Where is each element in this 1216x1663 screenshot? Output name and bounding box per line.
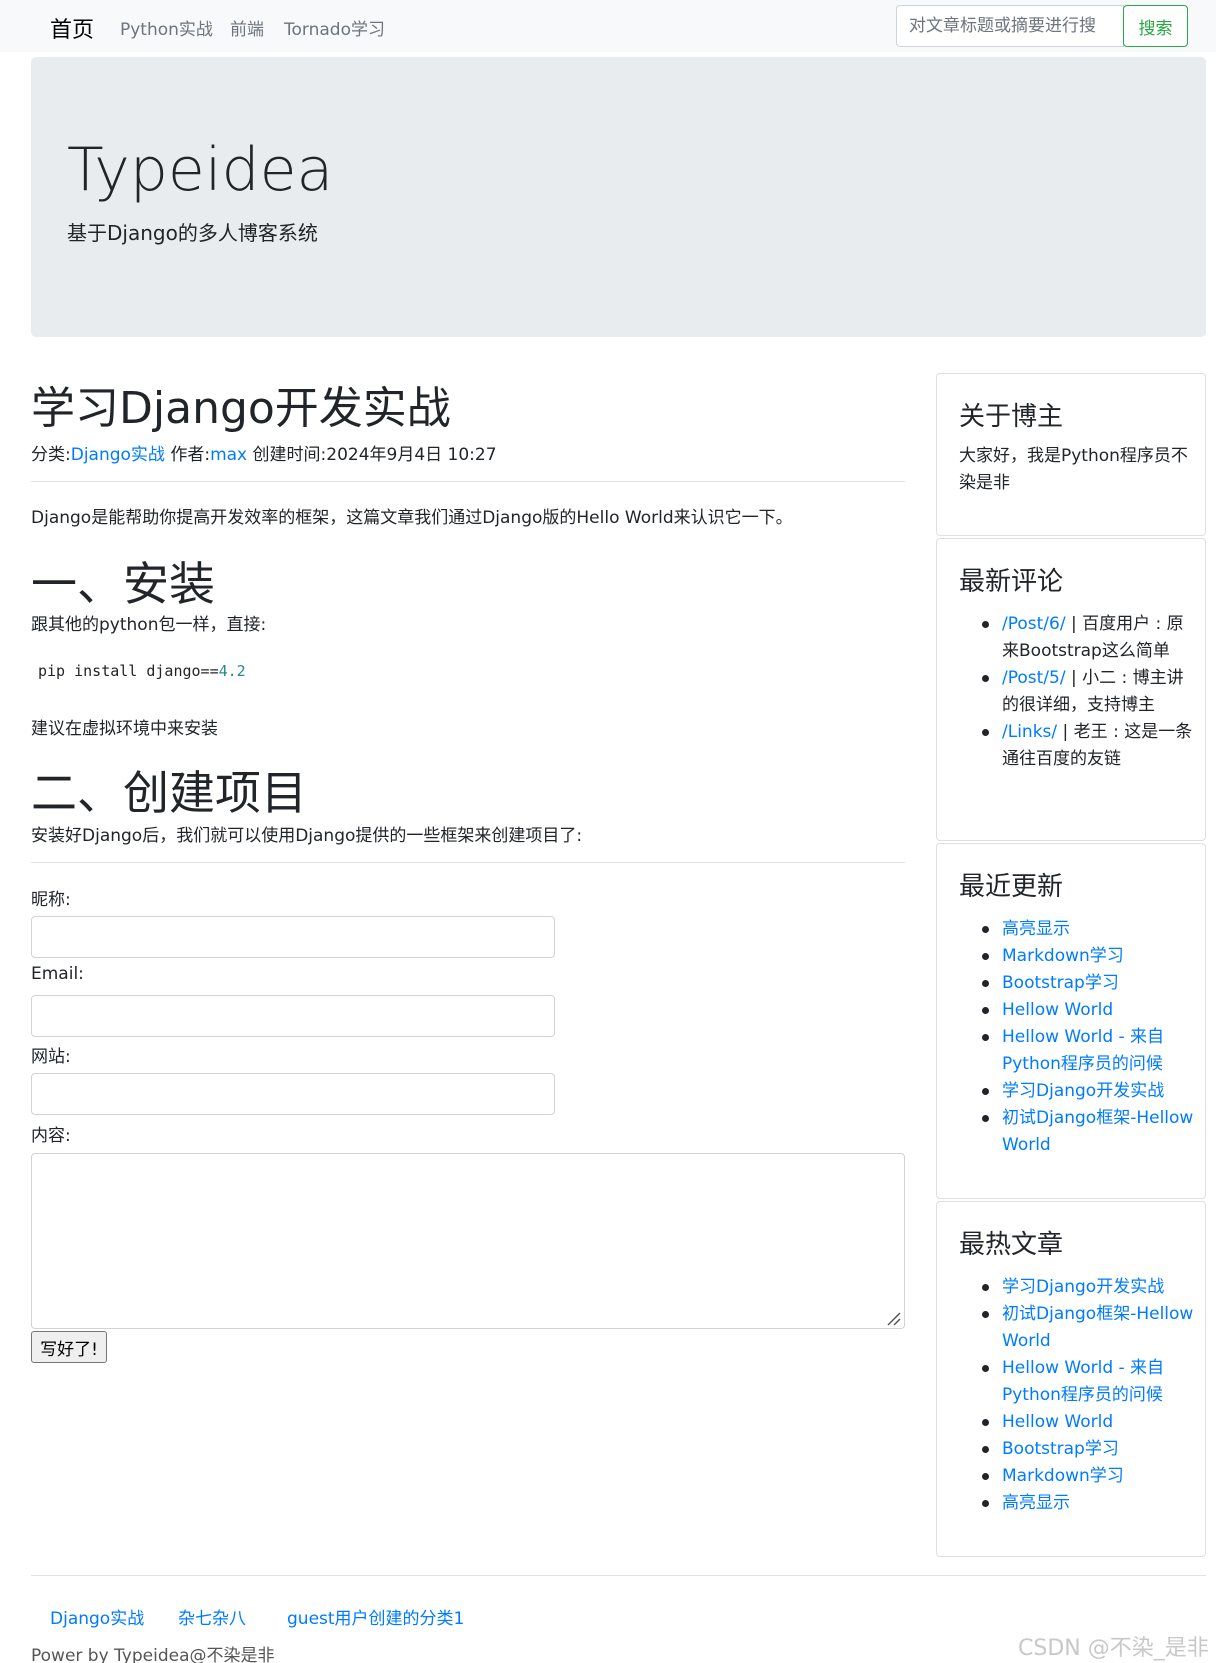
created-time: 创建时间:2024年9月4日 10:27: [247, 445, 497, 465]
submit-comment-button[interactable]: 写好了!: [31, 1331, 107, 1363]
website-label: 网站:: [31, 1047, 71, 1067]
category-link[interactable]: Django实战: [71, 445, 165, 465]
latest-post-link[interactable]: Hellow World - 来自Python程序员的问候: [1002, 1027, 1164, 1074]
section-heading-install: 一、安装: [31, 557, 215, 611]
watermark: CSDN @不染_是非: [1018, 1636, 1209, 1661]
comment-post-link[interactable]: /Post/6/: [1002, 614, 1066, 634]
install-text: 跟其他的python包一样，直接:: [31, 615, 267, 635]
latest-updates-title: 最近更新: [959, 872, 1064, 902]
latest-comments-title: 最新评论: [959, 567, 1064, 597]
latest-post-link[interactable]: Markdown学习: [1002, 946, 1124, 966]
nickname-label: 昵称:: [31, 890, 71, 910]
section-heading-create: 二、创建项目: [31, 766, 307, 820]
hot-posts-card: 最热文章 学习Django开发实战 初试Django框架-Hellow Worl…: [936, 1201, 1206, 1557]
hot-item: Hellow World - 来自Python程序员的问候: [982, 1355, 1197, 1409]
website-field[interactable]: [31, 1073, 555, 1115]
search-input[interactable]: [896, 5, 1124, 47]
email-label: Email:: [31, 964, 84, 984]
comment-post-link[interactable]: /Links/: [1002, 722, 1057, 742]
nav-link-frontend[interactable]: 前端: [230, 15, 264, 40]
divider: [31, 481, 905, 482]
hot-post-link[interactable]: Hellow World: [1002, 1412, 1113, 1432]
latest-updates-list: 高亮显示 Markdown学习 Bootstrap学习 Hellow World…: [982, 916, 1197, 1159]
hot-item: 学习Django开发实战: [982, 1274, 1197, 1301]
hot-post-link[interactable]: 初试Django框架-Hellow World: [1002, 1304, 1193, 1351]
hot-item: Markdown学习: [982, 1463, 1197, 1490]
nickname-field[interactable]: [31, 916, 555, 958]
latest-post-link[interactable]: 高亮显示: [1002, 919, 1070, 939]
latest-comments-card: 最新评论 /Post/6/ | 百度用户 : 原来Bootstrap这么简单 /…: [936, 538, 1206, 841]
nav-link-tornado[interactable]: Tornado学习: [284, 15, 385, 40]
author-label: 作者:: [164, 445, 211, 465]
hot-post-link[interactable]: Hellow World - 来自Python程序员的问候: [1002, 1358, 1164, 1405]
hot-post-link[interactable]: Markdown学习: [1002, 1466, 1124, 1486]
latest-post-link[interactable]: 初试Django框架-Hellow World: [1002, 1108, 1193, 1155]
latest-comments-list: /Post/6/ | 百度用户 : 原来Bootstrap这么简单 /Post/…: [982, 611, 1197, 773]
hot-post-link[interactable]: 学习Django开发实战: [1002, 1277, 1164, 1297]
comment-item: /Links/ | 老王 : 这是一条通往百度的友链: [982, 719, 1197, 773]
comment-item: /Post/6/ | 百度用户 : 原来Bootstrap这么简单: [982, 611, 1197, 665]
search-button[interactable]: 搜索: [1123, 5, 1188, 47]
hot-item: Bootstrap学习: [982, 1436, 1197, 1463]
latest-item: 学习Django开发实战: [982, 1078, 1197, 1105]
about-card: 关于博主 大家好，我是Python程序员不染是非: [936, 373, 1206, 536]
latest-item: Hellow World - 来自Python程序员的问候: [982, 1024, 1197, 1078]
content-label: 内容:: [31, 1126, 71, 1146]
nav-home-link[interactable]: 首页: [50, 12, 94, 44]
latest-post-link[interactable]: Hellow World: [1002, 1000, 1113, 1020]
site-subtitle: 基于Django的多人博客系统: [67, 221, 318, 245]
hot-item: 初试Django框架-Hellow World: [982, 1301, 1197, 1355]
email-field[interactable]: [31, 995, 555, 1037]
footer-divider: [31, 1575, 1206, 1576]
author-link[interactable]: max: [210, 445, 247, 465]
divider: [31, 862, 905, 863]
latest-post-link[interactable]: Bootstrap学习: [1002, 973, 1119, 993]
power-by-text: Power by Typeidea@不染是非: [31, 1646, 275, 1663]
latest-item: 初试Django框架-Hellow World: [982, 1105, 1197, 1159]
latest-item: Markdown学习: [982, 943, 1197, 970]
latest-post-link[interactable]: 学习Django开发实战: [1002, 1081, 1164, 1101]
comment-post-link[interactable]: /Post/5/: [1002, 668, 1066, 688]
footer-category-link[interactable]: guest用户创建的分类1: [287, 1604, 464, 1629]
latest-item: Hellow World: [982, 997, 1197, 1024]
latest-updates-card: 最近更新 高亮显示 Markdown学习 Bootstrap学习 Hellow …: [936, 843, 1206, 1199]
footer-category-link[interactable]: Django实战: [50, 1604, 144, 1629]
latest-item: Bootstrap学习: [982, 970, 1197, 997]
code-version: 4.2: [218, 662, 246, 680]
code-command: pip install django==: [38, 662, 219, 680]
footer-category-link[interactable]: 杂七杂八: [178, 1604, 246, 1629]
site-title: Typeidea: [67, 135, 334, 205]
hot-posts-title: 最热文章: [959, 1230, 1064, 1260]
content-textarea[interactable]: [31, 1153, 905, 1329]
about-title: 关于博主: [959, 402, 1064, 432]
latest-item: 高亮显示: [982, 916, 1197, 943]
hot-post-link[interactable]: 高亮显示: [1002, 1493, 1070, 1513]
code-block: pip install django==4.2: [38, 662, 246, 680]
post-meta: 分类:Django实战 作者:max 创建时间:2024年9月4日 10:27: [31, 440, 497, 465]
hot-post-link[interactable]: Bootstrap学习: [1002, 1439, 1119, 1459]
install-note: 建议在虚拟环境中来安装: [31, 719, 218, 739]
nav-link-python[interactable]: Python实战: [120, 15, 213, 40]
hot-item: 高亮显示: [982, 1490, 1197, 1517]
jumbotron: Typeidea 基于Django的多人博客系统: [31, 57, 1206, 337]
hot-item: Hellow World: [982, 1409, 1197, 1436]
comment-item: /Post/5/ | 小二 : 博主讲的很详细，支持博主: [982, 665, 1197, 719]
navbar: 首页 Python实战 前端 Tornado学习 搜索: [0, 0, 1216, 52]
about-text: 大家好，我是Python程序员不染是非: [959, 446, 1188, 493]
category-label: 分类:: [31, 445, 71, 465]
hot-posts-list: 学习Django开发实战 初试Django框架-Hellow World Hel…: [982, 1274, 1197, 1517]
resize-grip-icon[interactable]: [884, 1310, 902, 1326]
post-intro: Django是能帮助你提高开发效率的框架，这篇文章我们通过Django版的Hel…: [31, 508, 793, 528]
post-title: 学习Django开发实战: [31, 383, 451, 434]
create-text: 安装好Django后，我们就可以使用Django提供的一些框架来创建项目了:: [31, 826, 583, 846]
